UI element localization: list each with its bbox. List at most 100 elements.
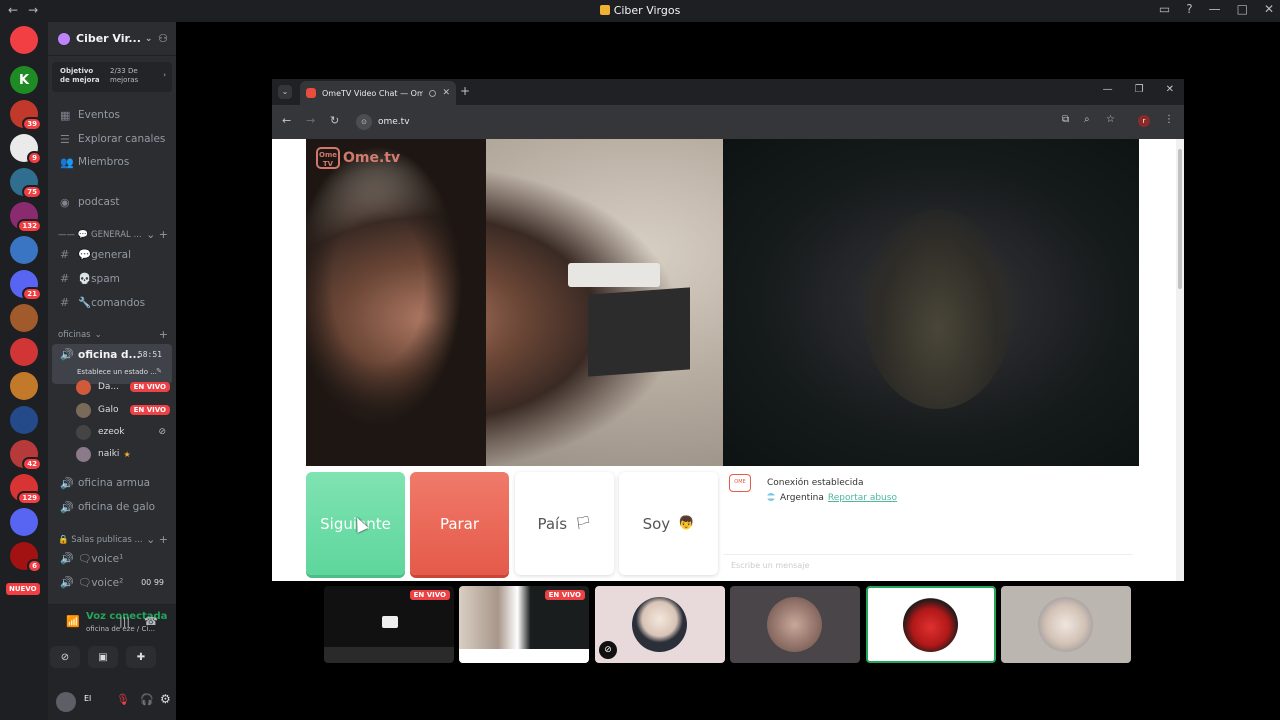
voice-user[interactable]: Galo EN VIVO	[76, 400, 170, 420]
signal-icon[interactable]: 📶	[66, 615, 80, 628]
tab-title: OmeTV Video Chat — Ome	[322, 88, 424, 98]
server-icon	[599, 5, 610, 15]
noise-suppression-icon[interactable]: |||	[119, 615, 130, 628]
voice-status[interactable]: Establece un estado ...	[77, 368, 157, 376]
channel-voice1[interactable]: 🔊 🗨voice¹	[52, 547, 172, 569]
server-icon[interactable]	[10, 508, 38, 536]
inbox-icon[interactable]: ▭	[1159, 2, 1170, 16]
server-icon[interactable]	[10, 26, 38, 54]
site-info-icon[interactable]: ⊙	[356, 114, 372, 130]
ometv-page: Ome TV Ome.tv Siguiente Parar País 🏳 Soy 👦 O…	[272, 139, 1176, 581]
server-icon[interactable]	[10, 338, 38, 366]
close-button[interactable]: ✕	[1166, 84, 1174, 95]
username[interactable]: El	[84, 694, 91, 703]
headphones-icon[interactable]: 🎧	[140, 693, 154, 706]
page-scrollbar[interactable]	[1176, 139, 1184, 581]
bookmark-star-icon[interactable]: ☆	[1106, 114, 1115, 125]
add-channel-icon[interactable]: +	[159, 328, 168, 341]
avatar[interactable]	[56, 692, 76, 712]
stop-button[interactable]: Parar	[410, 472, 509, 575]
user-panel: El 🎙 🎧 ⚙	[48, 684, 176, 720]
server-icon[interactable]: 21	[10, 270, 42, 301]
close-tab-icon[interactable]: ✕	[442, 88, 450, 98]
disconnect-icon[interactable]: ☎	[144, 615, 158, 628]
sidebar-item-events[interactable]: ▦ Eventos	[52, 104, 172, 126]
back-icon[interactable]: ←	[282, 114, 291, 127]
boost-goal[interactable]: Objetivo de mejora 2/33 De mejoras ›	[52, 62, 172, 92]
channel-spam[interactable]: # 💀spam	[52, 267, 172, 289]
voice-user[interactable]: naiki ★	[76, 444, 170, 464]
minimize-button[interactable]: —	[1103, 84, 1113, 95]
cast-icon[interactable]: ⧉	[1062, 114, 1069, 125]
server-icon[interactable]: 42	[10, 440, 42, 471]
channel-podcast[interactable]: ◉ podcast	[52, 191, 172, 213]
report-abuse-link[interactable]: Reportar abuso	[828, 493, 897, 503]
screen-share-button[interactable]: ▣	[88, 646, 118, 668]
server-icon[interactable]: 132	[10, 202, 42, 233]
channel-general[interactable]: # 💬general	[52, 243, 172, 265]
camera-off-button[interactable]: ⊘	[50, 646, 80, 668]
voice-user-name: Galo	[98, 405, 119, 415]
category-salas[interactable]: 🔒 Salas publicas ... ⌄ +	[58, 533, 168, 546]
country-label: País	[537, 514, 568, 533]
activities-button[interactable]: ✚	[126, 646, 156, 668]
profile-avatar[interactable]: r	[1138, 115, 1150, 127]
channel-voice2[interactable]: 🔊 🗨voice² 00 99	[52, 571, 172, 593]
category-label: —— 💬 GENERAL ...	[58, 229, 142, 240]
settings-gear-icon[interactable]: ⚙	[160, 692, 171, 706]
server-icon[interactable]: 9	[10, 134, 42, 165]
voice-channel-name: oficina d...	[78, 349, 141, 361]
server-icon[interactable]: 129	[10, 474, 42, 505]
channel-oficina-armua[interactable]: 🔊 oficina armua	[52, 472, 172, 494]
sidebar-item-browse[interactable]: ☰ Explorar canales	[52, 128, 172, 150]
channel-label: 🗨voice²	[78, 576, 124, 589]
channel-comandos[interactable]: # 🔧comandos	[52, 291, 172, 313]
participant-tile[interactable]	[1001, 586, 1131, 663]
hash-icon: #	[60, 271, 70, 285]
reload-icon[interactable]: ↻	[330, 114, 339, 127]
members-icon: 👥	[60, 155, 74, 169]
minimize-button[interactable]: —	[1209, 2, 1221, 16]
participant-tile[interactable]	[730, 586, 860, 663]
new-tab-icon[interactable]: +	[460, 84, 470, 98]
participant-tile-stream[interactable]: EN VIVO	[324, 586, 454, 663]
participant-tile[interactable]: ⊘	[595, 586, 725, 663]
maximize-button[interactable]: □	[1237, 2, 1248, 16]
mic-muted-icon[interactable]: 🎙	[116, 693, 130, 706]
add-channel-icon[interactable]: ⌄ +	[146, 533, 168, 546]
zoom-icon[interactable]: ⌕	[1084, 114, 1090, 125]
pencil-icon[interactable]: ✎	[156, 367, 162, 375]
server-icon[interactable]: 75	[10, 168, 42, 199]
browser-tab[interactable]: OmeTV Video Chat — Ome ✕	[300, 81, 456, 105]
invite-icon[interactable]: ⚇	[158, 32, 168, 45]
server-icon[interactable]	[10, 236, 38, 264]
server-icon[interactable]: K	[10, 66, 38, 94]
speaker-icon: 🔊	[60, 575, 74, 589]
participant-tile-stream[interactable]: EN VIVO	[459, 586, 589, 663]
guild-header[interactable]: Ciber Vir... ⌄ ⚇	[48, 22, 176, 56]
server-icon[interactable]	[10, 372, 38, 400]
voice-user[interactable]: Da... EN VIVO	[76, 377, 170, 397]
voice-user[interactable]: ezeok ⊘	[76, 422, 170, 442]
scroll-thumb[interactable]	[1178, 149, 1182, 289]
help-icon[interactable]: ?	[1186, 2, 1192, 16]
sidebar-item-members[interactable]: 👥 Miembros	[52, 151, 172, 173]
menu-kebab-icon[interactable]: ⋮	[1164, 114, 1174, 125]
chat-input[interactable]: Escribe un mensaje	[723, 554, 1133, 576]
channel-oficina-galo[interactable]: 🔊 oficina de galo	[52, 496, 172, 518]
server-icon[interactable]: 39	[10, 100, 42, 131]
server-icon[interactable]	[10, 304, 38, 332]
country-button[interactable]: País 🏳	[515, 472, 614, 575]
server-icon[interactable]: 6	[10, 542, 42, 573]
restore-button[interactable]: ❐	[1135, 84, 1144, 95]
server-icon[interactable]	[10, 406, 38, 434]
add-channel-icon[interactable]: ⌄ +	[146, 228, 168, 241]
category-general[interactable]: —— 💬 GENERAL ... ⌄ +	[58, 228, 168, 241]
address-bar[interactable]: ⊙ ome.tv	[352, 110, 1092, 134]
participant-tile-speaking[interactable]	[866, 586, 996, 663]
tab-search-icon[interactable]: ⌄	[278, 85, 292, 99]
close-button[interactable]: ✕	[1264, 2, 1274, 16]
category-oficinas[interactable]: oficinas ⌄ +	[58, 328, 168, 341]
gender-button[interactable]: Soy 👦	[619, 472, 718, 575]
forward-icon[interactable]: →	[306, 114, 315, 127]
